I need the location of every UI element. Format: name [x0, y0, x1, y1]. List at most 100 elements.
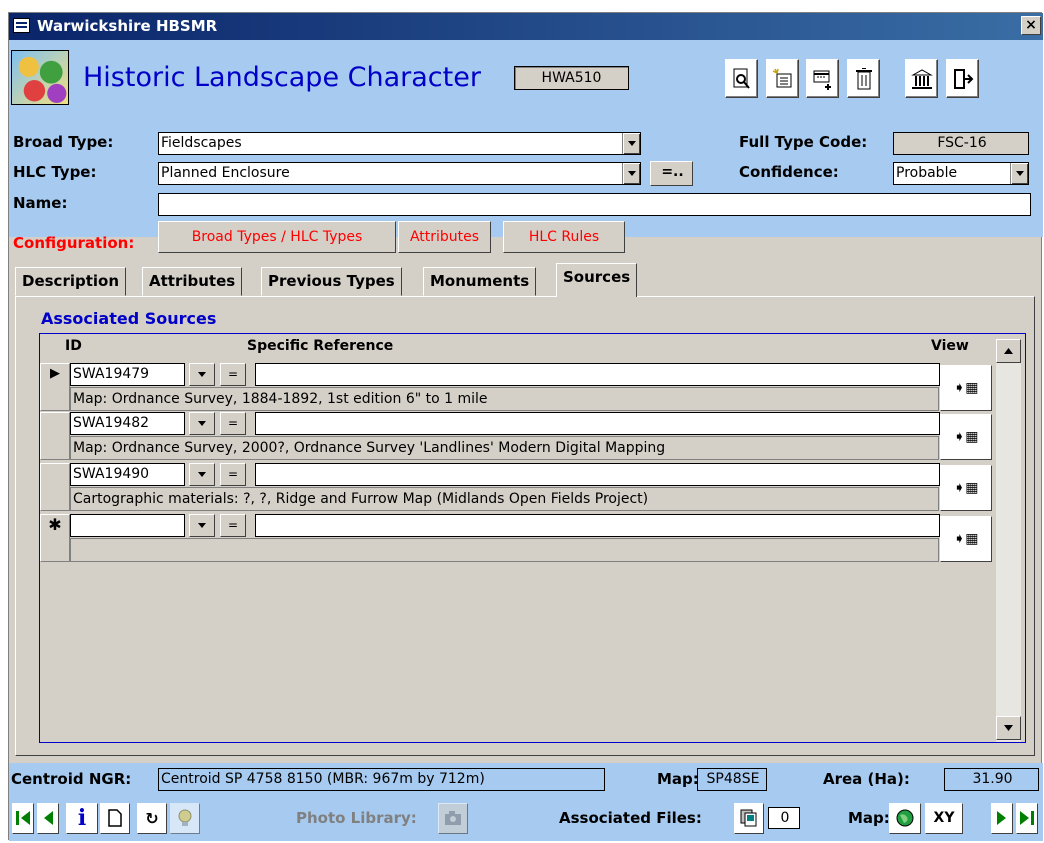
- photo-library-label: Photo Library:: [296, 809, 417, 827]
- find-record-button[interactable]: [725, 59, 758, 98]
- info-icon: i: [77, 805, 87, 831]
- map-globe-button[interactable]: [889, 803, 921, 834]
- refresh-button[interactable]: ↻: [137, 803, 167, 834]
- associated-files-button[interactable]: [734, 803, 764, 834]
- configuration-label: Configuration:: [13, 234, 135, 252]
- name-field[interactable]: [158, 193, 1031, 216]
- navigation-footer: i ↻ Photo Library: Associated Files: 0 M…: [9, 798, 1043, 841]
- source-id-field[interactable]: SWA19479: [70, 363, 185, 386]
- column-header-id: ID: [65, 338, 82, 354]
- scroll-up-button[interactable]: [996, 339, 1021, 363]
- tab-description[interactable]: Description: [15, 267, 127, 296]
- source-description: Map: Ordnance Survey, 2000?, Ordnance Su…: [70, 436, 939, 460]
- map-label: Map:: [657, 770, 699, 788]
- exit-icon: [953, 69, 973, 89]
- photo-library-button[interactable]: [438, 803, 468, 834]
- hlc-type-select[interactable]: Planned Enclosure: [158, 162, 641, 185]
- delete-record-button[interactable]: [847, 59, 880, 98]
- new-button[interactable]: [100, 803, 130, 834]
- form-window: Warwickshire HBSMR × Historic Landscape …: [8, 12, 1043, 841]
- view-source-button[interactable]: ➧▦: [940, 465, 992, 511]
- area-value: 31.90: [944, 768, 1039, 791]
- source-id-field[interactable]: [70, 514, 185, 537]
- last-record-button[interactable]: [1016, 803, 1038, 834]
- chevron-down-icon[interactable]: [189, 363, 215, 386]
- row-selector[interactable]: [40, 463, 70, 511]
- view-source-button[interactable]: ➧▦: [940, 414, 992, 460]
- source-lookup-button[interactable]: =: [220, 514, 246, 537]
- chevron-down-icon[interactable]: [189, 412, 215, 435]
- refresh-icon: ↻: [145, 809, 159, 828]
- specific-reference-field[interactable]: [255, 514, 940, 537]
- tab-monuments[interactable]: Monuments: [423, 267, 537, 296]
- status-footer: Centroid NGR: Centroid SP 4758 8150 (MBR…: [9, 763, 1043, 798]
- new-record-button[interactable]: [766, 59, 799, 98]
- hint-button[interactable]: [170, 803, 200, 834]
- xy-button[interactable]: XY: [925, 803, 963, 834]
- hlc-logo-icon: [11, 50, 69, 105]
- open-record-icon: ➧▦: [953, 380, 979, 396]
- config-broad-types-button[interactable]: Broad Types / HLC Types: [158, 221, 396, 253]
- tab-previous-types[interactable]: Previous Types: [261, 267, 402, 296]
- full-type-label: Full Type Code:: [739, 133, 868, 151]
- previous-record-button[interactable]: [37, 803, 59, 834]
- config-hlc-rules-button[interactable]: HLC Rules: [503, 221, 625, 253]
- copy-record-button[interactable]: [806, 59, 839, 98]
- hlc-type-lookup-button[interactable]: =..: [650, 161, 693, 186]
- tab-attributes[interactable]: Attributes: [142, 267, 243, 296]
- form-icon: [13, 18, 30, 33]
- new-record-icon: [772, 68, 791, 88]
- first-record-button[interactable]: [12, 803, 34, 834]
- specific-reference-field[interactable]: [255, 363, 940, 386]
- specific-reference-field[interactable]: [255, 412, 940, 435]
- source-id-field[interactable]: SWA19482: [70, 412, 185, 435]
- find-record-icon: [733, 68, 750, 89]
- map2-label: Map:: [848, 809, 890, 827]
- config-attributes-button[interactable]: Attributes: [398, 221, 491, 253]
- source-description: [70, 538, 939, 562]
- chevron-down-icon[interactable]: [1010, 163, 1028, 184]
- centroid-value: Centroid SP 4758 8150 (MBR: 967m by 712m…: [158, 768, 605, 791]
- associated-files-count: 0: [768, 807, 800, 829]
- chevron-down-icon[interactable]: [622, 133, 640, 154]
- scroll-down-button[interactable]: [996, 716, 1021, 740]
- source-lookup-button[interactable]: =: [220, 463, 246, 486]
- first-record-icon: [16, 811, 30, 825]
- section-title: Associated Sources: [41, 309, 217, 328]
- exit-button[interactable]: [946, 59, 979, 98]
- source-lookup-button[interactable]: =: [220, 412, 246, 435]
- chevron-down-icon[interactable]: [189, 463, 215, 486]
- source-lookup-button[interactable]: =: [220, 363, 246, 386]
- chevron-down-icon[interactable]: [622, 163, 640, 184]
- form-header: Historic Landscape Character HWA510 Broa…: [9, 40, 1043, 252]
- new-page-icon: [108, 809, 122, 827]
- next-record-button[interactable]: [991, 803, 1013, 834]
- files-icon: [740, 809, 757, 827]
- vertical-scrollbar[interactable]: [996, 339, 1021, 742]
- confidence-label: Confidence:: [739, 163, 839, 181]
- centroid-label: Centroid NGR:: [11, 770, 132, 788]
- area-label: Area (Ha):: [823, 770, 910, 788]
- row-selector[interactable]: [40, 412, 70, 460]
- name-label: Name:: [13, 194, 68, 212]
- globe-icon: [896, 809, 914, 827]
- arrow-up-icon: [1004, 348, 1013, 354]
- row-selector[interactable]: ▶: [40, 363, 70, 411]
- record-code: HWA510: [514, 66, 629, 90]
- new-row-selector[interactable]: ✱: [40, 514, 70, 562]
- specific-reference-field[interactable]: [255, 463, 940, 486]
- open-record-icon: ➧▦: [953, 429, 979, 445]
- view-source-button[interactable]: ➧▦: [940, 516, 992, 562]
- close-button[interactable]: ×: [1021, 16, 1041, 35]
- confidence-select[interactable]: Probable: [893, 162, 1029, 185]
- info-button[interactable]: i: [66, 803, 98, 834]
- monument-button[interactable]: [905, 59, 938, 98]
- next-record-icon: [997, 811, 1006, 825]
- tab-sources[interactable]: Sources: [556, 263, 638, 297]
- view-source-button[interactable]: ➧▦: [940, 365, 992, 411]
- chevron-down-icon[interactable]: [189, 514, 215, 537]
- associated-files-label: Associated Files:: [559, 809, 702, 827]
- broad-type-select[interactable]: Fieldscapes: [158, 132, 641, 155]
- column-header-reference: Specific Reference: [247, 338, 394, 354]
- source-id-field[interactable]: SWA19490: [70, 463, 185, 486]
